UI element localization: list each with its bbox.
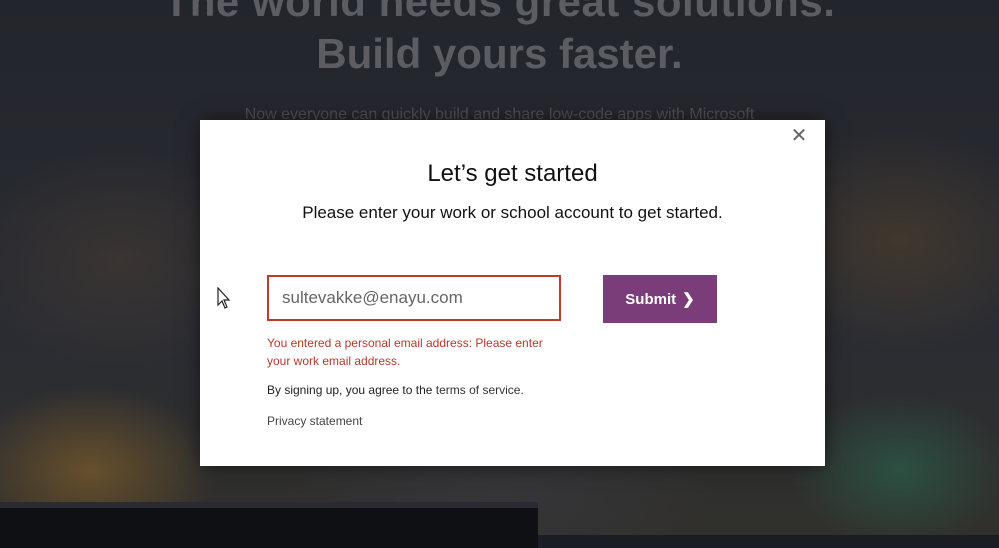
close-icon[interactable]: ✕ [789,126,809,146]
terms-of-service-link[interactable]: terms of service. [436,383,524,397]
dialog-title: Let’s get started [427,160,598,187]
email-error-message: You entered a personal email address: Pl… [267,336,543,368]
mouse-pointer-icon [217,287,231,309]
terms-statement: By signing up, you agree to the terms of… [267,383,524,397]
dialog-subtitle: Please enter your work or school account… [302,203,723,222]
chevron-right-icon: ❯ [682,291,695,308]
submit-label: Submit [625,290,677,308]
privacy-statement-link[interactable]: Privacy statement [267,414,362,428]
terms-prefix: By signing up, you agree to the [267,383,433,397]
email-field[interactable] [267,275,561,321]
hero-heading-line1: The world needs great solutions. [163,0,836,25]
submit-button[interactable]: Submit ❯ [603,275,717,323]
hero-laptop-image [0,502,538,548]
signup-dialog: ✕ Let’s get started Please enter your wo… [200,120,825,466]
hero-heading-line2: Build yours faster. [316,30,683,77]
